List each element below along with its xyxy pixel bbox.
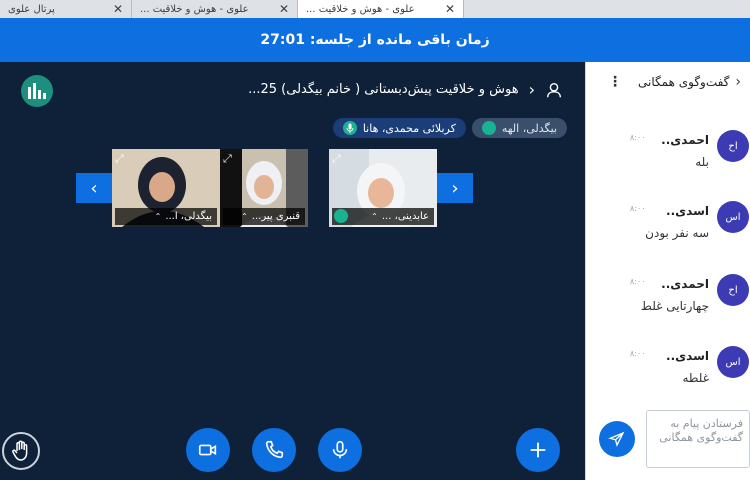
browser-tabbar: پرتال علوی ✕ علوی - هوش و خلاقیت ... ✕ ع… — [0, 0, 750, 18]
tab-title: علوی - هوش و خلاقیت ... — [306, 3, 415, 15]
camera-icon — [198, 444, 217, 456]
session-title: هوش و خلاقیت پیش‌دبستانی ( خانم بیگدلی) … — [248, 82, 519, 97]
message-time: ۸:۰۰ — [630, 133, 646, 142]
browser-tab-active[interactable]: علوی - هوش و خلاقیت ... ✕ — [298, 0, 464, 18]
fullscreen-icon[interactable]: ⤢ — [332, 152, 341, 166]
caret-down-icon[interactable]: ⌃ — [371, 212, 378, 221]
prev-video-button[interactable]: ‹ — [76, 173, 112, 203]
talking-pill-label: بیگدلی، الهه — [501, 121, 557, 135]
chat-panel: ‹ گفت‌وگوی همگانی ⋮ اح احمدی.. ۸:۰۰ بله … — [585, 62, 750, 480]
microphone-button[interactable] — [318, 428, 362, 472]
talking-icon — [334, 209, 348, 223]
next-video-button[interactable]: › — [437, 173, 473, 203]
participant-name: بیگدلی، ا... — [165, 211, 212, 222]
more-options-icon[interactable]: ⋮ — [608, 74, 622, 90]
message-author: اسدی.. — [666, 349, 709, 363]
message-author: اسدی.. — [666, 204, 709, 218]
message-text: غلطه — [682, 371, 709, 385]
message-text: سه نفر بودن — [645, 226, 709, 240]
audio-button[interactable] — [252, 428, 296, 472]
close-tab-icon[interactable]: ✕ — [445, 2, 455, 16]
send-message-button[interactable] — [599, 421, 635, 457]
message-text: چهارتایی غلط — [640, 299, 709, 313]
session-timer-text: زمان باقی مانده از جلسه: 27:01 — [260, 32, 490, 48]
presentation-stage: ‹ هوش و خلاقیت پیش‌دبستانی ( خانم بیگدلی… — [0, 62, 585, 480]
caret-down-icon[interactable]: ⌃ — [241, 212, 248, 221]
user-list-icon[interactable] — [545, 81, 563, 99]
talking-pill[interactable]: کربلائی محمدی، هانا — [332, 118, 466, 138]
chat-message-input[interactable]: فرستادن پیام به گفت‌وگوی همگانی — [646, 410, 750, 468]
speaker-dot-icon — [481, 121, 496, 135]
talking-pill[interactable]: بیگدلی، الهه — [471, 118, 567, 138]
microphone-icon — [332, 440, 348, 459]
hand-icon — [12, 440, 28, 461]
tab-title: پرتال علوی — [8, 3, 55, 15]
avatar: اح — [717, 274, 749, 306]
app-logo-icon[interactable] — [21, 75, 53, 107]
message-author: احمدی.. — [661, 133, 709, 147]
browser-tab[interactable]: علوی - هوش و خلاقیت ... ✕ — [132, 0, 298, 18]
message-time: ۸:۰۰ — [630, 204, 646, 213]
message-text: بله — [695, 155, 709, 169]
plus-icon — [530, 442, 546, 458]
chat-title: گفت‌وگوی همگانی — [638, 75, 730, 89]
expand-chevron-icon[interactable]: ‹ — [529, 80, 535, 99]
avatar: اس — [717, 201, 749, 233]
chat-header: ‹ گفت‌وگوی همگانی ⋮ — [586, 62, 750, 102]
caret-down-icon[interactable]: ⌃ — [155, 212, 162, 221]
fullscreen-icon[interactable]: ⤢ — [115, 152, 124, 166]
message-time: ۸:۰۰ — [630, 349, 646, 358]
actions-button[interactable] — [516, 428, 560, 472]
participant-name: عابدینی، ... — [381, 211, 429, 222]
message-time: ۸:۰۰ — [630, 277, 646, 286]
avatar: اح — [717, 130, 749, 162]
phone-icon — [265, 440, 284, 459]
participant-name: قنبری پیر... — [251, 211, 300, 222]
video-tile[interactable]: ⤢ قنبری پیر... ⌃ — [220, 149, 308, 227]
session-timer-banner: زمان باقی مانده از جلسه: 27:01 — [0, 18, 750, 62]
chevron-right-icon: › — [451, 177, 459, 199]
chevron-left-icon: ‹ — [90, 177, 98, 199]
microphone-icon — [342, 121, 357, 135]
raise-hand-button[interactable] — [2, 432, 40, 470]
video-tile[interactable]: ⤢ عابدینی، ... ⌃ — [329, 149, 437, 227]
video-name-tag: بیگدلی، ا... ⌃ — [115, 208, 217, 225]
message-author: احمدی.. — [661, 277, 709, 291]
session-header: ‹ هوش و خلاقیت پیش‌دبستانی ( خانم بیگدلی… — [248, 80, 563, 99]
video-tile[interactable]: ⤢ بیگدلی، ا... ⌃ — [112, 149, 220, 227]
talking-pill-label: کربلائی محمدی، هانا — [362, 121, 456, 135]
video-name-tag: قنبری پیر... ⌃ — [223, 208, 305, 225]
fullscreen-icon[interactable]: ⤢ — [223, 152, 232, 166]
send-icon — [608, 431, 625, 447]
close-tab-icon[interactable]: ✕ — [113, 2, 123, 16]
video-button[interactable] — [186, 428, 230, 472]
browser-tab[interactable]: پرتال علوی ✕ — [0, 0, 132, 18]
avatar: اس — [717, 346, 749, 378]
chevron-left-icon[interactable]: ‹ — [735, 74, 741, 90]
tab-title: علوی - هوش و خلاقیت ... — [140, 3, 249, 15]
chat-title-group[interactable]: ‹ گفت‌وگوی همگانی — [638, 74, 741, 90]
close-tab-icon[interactable]: ✕ — [279, 2, 289, 16]
talking-indicator: بیگدلی، الهه کربلائی محمدی، هانا — [332, 118, 567, 138]
